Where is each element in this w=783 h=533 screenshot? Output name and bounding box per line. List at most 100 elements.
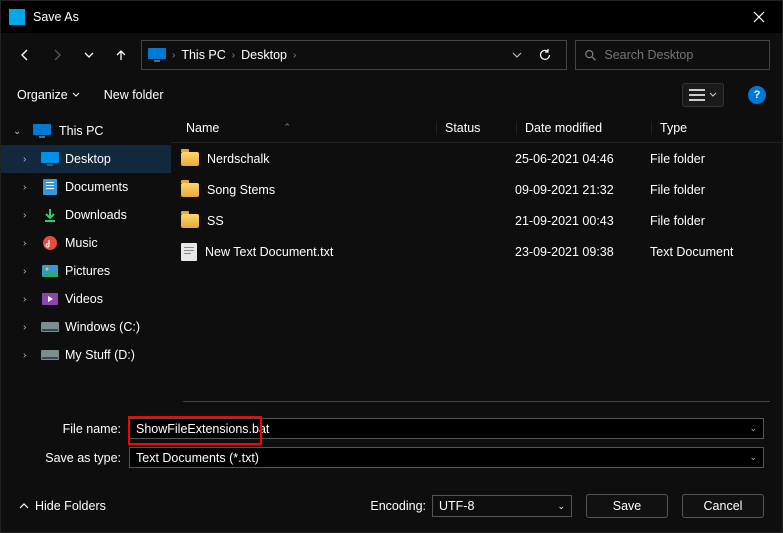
- tree-item-music[interactable]: › Music: [1, 229, 171, 257]
- tree-label: Documents: [65, 180, 128, 194]
- organize-button[interactable]: Organize: [17, 88, 80, 102]
- nav-up-button[interactable]: [109, 43, 133, 67]
- filename-input[interactable]: ⌄: [129, 418, 764, 439]
- folder-icon: [181, 214, 199, 228]
- chevron-down-icon[interactable]: ⌄: [749, 423, 757, 434]
- address-dropdown-button[interactable]: [512, 50, 522, 60]
- tree-label: Videos: [65, 292, 103, 306]
- file-row[interactable]: Nerdschalk 25-06-2021 04:46 File folder: [171, 143, 782, 174]
- column-header-date[interactable]: Date modified: [516, 121, 651, 135]
- app-icon: [9, 9, 25, 25]
- breadcrumb-root[interactable]: This PC: [181, 48, 225, 62]
- tree-item-documents[interactable]: › Documents: [1, 173, 171, 201]
- window-title: Save As: [33, 10, 736, 24]
- chevron-right-icon: ›: [293, 50, 296, 61]
- savetype-label: Save as type:: [1, 451, 129, 465]
- file-date: 09-09-2021 21:32: [515, 183, 614, 197]
- tree-label: Music: [65, 236, 98, 250]
- recent-locations-button[interactable]: [77, 43, 101, 67]
- cancel-button[interactable]: Cancel: [682, 494, 764, 518]
- chevron-down-icon: ⌄: [749, 452, 757, 463]
- chevron-down-icon: [72, 91, 80, 99]
- navigation-tree: ⌄ This PC › Desktop › Documents › Downlo…: [1, 113, 171, 402]
- nav-forward-button[interactable]: [45, 43, 69, 67]
- chevron-right-icon: ›: [23, 294, 35, 305]
- savetype-dropdown[interactable]: Text Documents (*.txt) ⌄: [129, 447, 764, 468]
- chevron-right-icon: ›: [23, 182, 35, 193]
- filename-label: File name:: [1, 422, 129, 436]
- desktop-icon: [41, 150, 59, 168]
- tree-item-this-pc[interactable]: ⌄ This PC: [1, 117, 171, 145]
- tree-item-videos[interactable]: › Videos: [1, 285, 171, 313]
- encoding-dropdown[interactable]: UTF-8 ⌄: [432, 495, 572, 517]
- tree-label: Desktop: [65, 152, 111, 166]
- file-name: New Text Document.txt: [205, 245, 333, 259]
- encoding-label: Encoding:: [370, 499, 426, 513]
- documents-icon: [41, 178, 59, 196]
- chevron-right-icon: ›: [23, 322, 35, 333]
- file-name: Nerdschalk: [207, 152, 270, 166]
- tree-label: Pictures: [65, 264, 110, 278]
- folder-icon: [181, 152, 199, 166]
- chevron-down-icon: [709, 91, 717, 99]
- file-type: File folder: [650, 183, 705, 197]
- drive-icon: [41, 318, 59, 336]
- sort-indicator-icon: ⌃: [283, 122, 291, 133]
- tree-item-desktop[interactable]: › Desktop: [1, 145, 171, 173]
- column-header-status[interactable]: Status: [436, 121, 516, 135]
- close-button[interactable]: [736, 1, 782, 33]
- chevron-right-icon: ›: [23, 350, 35, 361]
- file-date: 25-06-2021 04:46: [515, 152, 614, 166]
- chevron-right-icon: ›: [232, 50, 235, 61]
- file-type: File folder: [650, 214, 705, 228]
- file-type: Text Document: [650, 245, 733, 259]
- monitor-icon: [33, 122, 51, 140]
- column-header-name[interactable]: Name⌃: [186, 121, 436, 135]
- chevron-right-icon: ›: [23, 154, 35, 165]
- tree-label: My Stuff (D:): [65, 348, 135, 362]
- save-button[interactable]: Save: [586, 494, 668, 518]
- help-button[interactable]: ?: [748, 86, 766, 104]
- tree-item-drive-c[interactable]: › Windows (C:): [1, 313, 171, 341]
- file-name: Song Stems: [207, 183, 275, 197]
- videos-icon: [41, 290, 59, 308]
- column-header-type[interactable]: Type: [651, 121, 782, 135]
- file-date: 21-09-2021 00:43: [515, 214, 614, 228]
- tree-item-drive-d[interactable]: › My Stuff (D:): [1, 341, 171, 369]
- breadcrumb-folder[interactable]: Desktop: [241, 48, 287, 62]
- chevron-up-icon: [19, 501, 29, 511]
- view-options-button[interactable]: [682, 83, 724, 107]
- downloads-icon: [41, 206, 59, 224]
- tree-label: Downloads: [65, 208, 127, 222]
- address-bar[interactable]: › This PC › Desktop ›: [141, 40, 567, 70]
- file-type: File folder: [650, 152, 705, 166]
- tree-item-downloads[interactable]: › Downloads: [1, 201, 171, 229]
- chevron-right-icon: ›: [23, 238, 35, 249]
- file-row[interactable]: SS 21-09-2021 00:43 File folder: [171, 205, 782, 236]
- drive-icon: [41, 346, 59, 364]
- folder-icon: [181, 183, 199, 197]
- tree-label: This PC: [59, 124, 103, 138]
- hide-folders-button[interactable]: Hide Folders: [19, 499, 106, 513]
- text-file-icon: [181, 243, 197, 261]
- tree-item-pictures[interactable]: › Pictures: [1, 257, 171, 285]
- nav-back-button[interactable]: [13, 43, 37, 67]
- file-name: SS: [207, 214, 224, 228]
- tree-label: Windows (C:): [65, 320, 140, 334]
- file-row[interactable]: Song Stems 09-09-2021 21:32 File folder: [171, 174, 782, 205]
- pictures-icon: [41, 262, 59, 280]
- search-icon: [584, 48, 596, 62]
- chevron-right-icon: ›: [23, 266, 35, 277]
- search-input[interactable]: [604, 48, 761, 62]
- chevron-down-icon: ⌄: [13, 126, 25, 137]
- column-header-row: Name⌃ Status Date modified Type: [171, 113, 782, 143]
- file-date: 23-09-2021 09:38: [515, 245, 614, 259]
- file-row[interactable]: New Text Document.txt 23-09-2021 09:38 T…: [171, 236, 782, 267]
- chevron-down-icon: ⌄: [557, 501, 565, 512]
- new-folder-button[interactable]: New folder: [104, 88, 164, 102]
- list-view-icon: [689, 88, 705, 102]
- chevron-right-icon: ›: [23, 210, 35, 221]
- chevron-right-icon: ›: [172, 50, 175, 61]
- file-list: Nerdschalk 25-06-2021 04:46 File folder …: [171, 143, 782, 401]
- refresh-button[interactable]: [530, 48, 560, 62]
